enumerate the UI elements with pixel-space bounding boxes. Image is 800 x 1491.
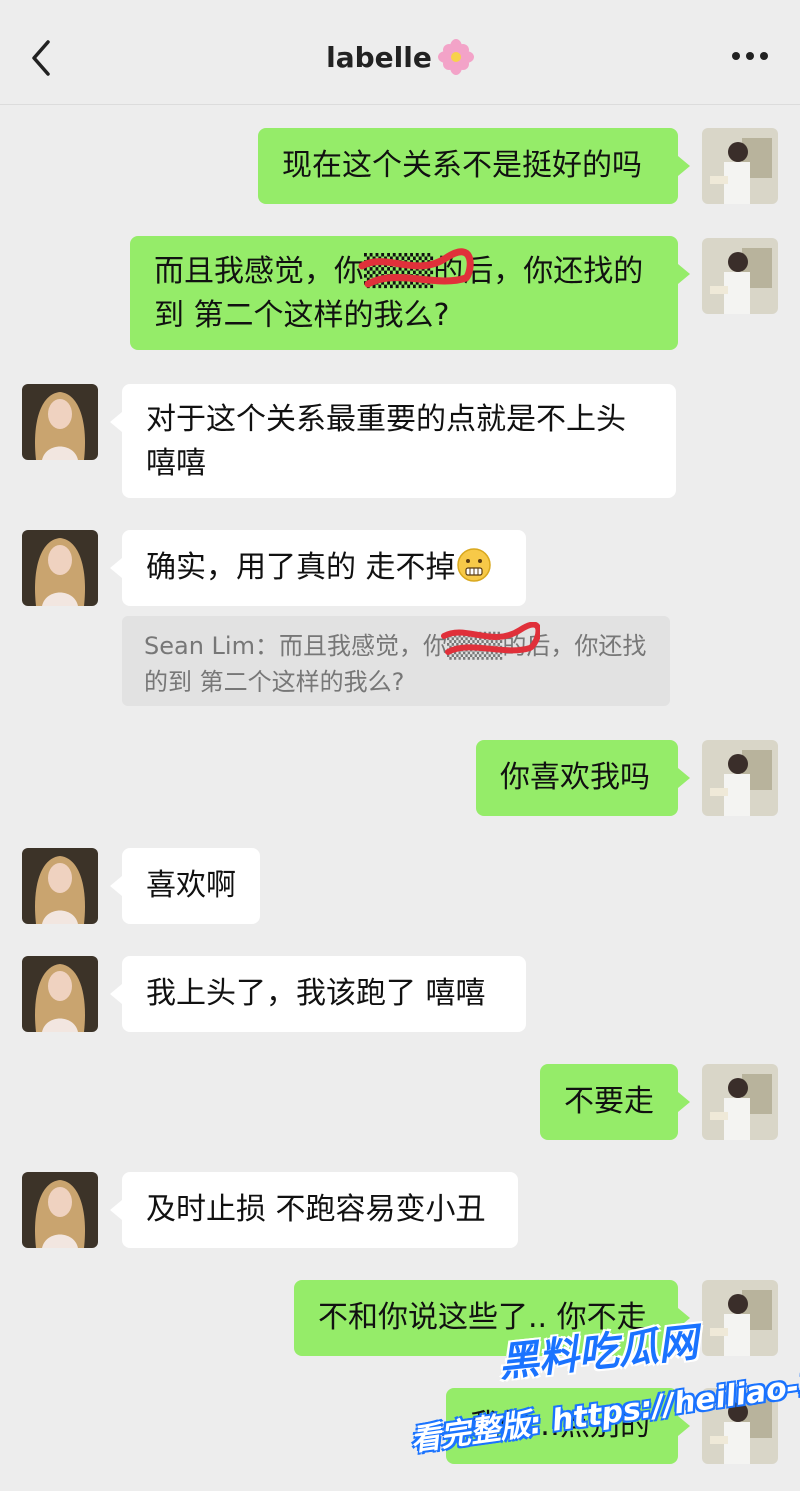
message-text: 不要走 <box>564 1084 654 1119</box>
my-avatar[interactable] <box>702 128 778 204</box>
more-dots-icon[interactable] <box>726 44 774 68</box>
contact-avatar[interactable] <box>22 1172 98 1248</box>
contact-avatar[interactable] <box>22 530 98 606</box>
contact-avatar[interactable] <box>22 848 98 924</box>
message-text: 你喜欢我吗 <box>500 760 650 795</box>
redaction-scribble <box>358 248 474 288</box>
redaction-scribble <box>441 622 540 655</box>
quoted-message[interactable]: Sean Lim：而且我感觉，你▒▒▒的后，你还找的到 第二个这样的我么? <box>122 616 670 706</box>
my-avatar[interactable] <box>702 1064 778 1140</box>
message-text: 喜欢啊 <box>146 868 236 903</box>
message-bubble-received[interactable]: 及时止损 不跑容易变小丑 <box>110 1172 518 1248</box>
contact-avatar[interactable] <box>22 384 98 460</box>
message-bubble-received[interactable]: 喜欢啊 <box>110 848 260 924</box>
my-avatar[interactable] <box>702 1280 778 1356</box>
message-text: 对于这个关系最重要的点就是不上头嘻嘻 <box>146 402 626 481</box>
message-bubble-received[interactable]: 确实，用了真的 走不掉 <box>110 530 526 606</box>
message-text: 我上头了，我该跑了 嘻嘻 <box>146 976 486 1011</box>
message-bubble-sent[interactable]: 现在这个关系不是挺好的吗 <box>258 128 690 204</box>
my-avatar[interactable] <box>702 238 778 314</box>
message-bubble-sent[interactable]: 你喜欢我吗 <box>476 740 690 816</box>
message-text: 现在这个关系不是挺好的吗 <box>282 148 642 183</box>
my-avatar[interactable] <box>702 740 778 816</box>
contact-name: labelle <box>326 41 432 74</box>
chat-header: labelle <box>0 0 800 105</box>
contact-avatar[interactable] <box>22 956 98 1032</box>
message-bubble-sent[interactable]: 不要走 <box>540 1064 690 1140</box>
grimace-emoji-icon <box>456 548 491 582</box>
chat-title: labelle <box>0 36 800 80</box>
message-bubble-received[interactable]: 我上头了，我该跑了 嘻嘻 <box>110 956 526 1032</box>
message-text: 及时止损 不跑容易变小丑 <box>146 1192 486 1227</box>
message-text: 确实，用了真的 走不掉 <box>146 550 456 585</box>
quoted-text: Sean Lim：而且我感觉，你▒▒▒的后，你还找的到 第二个这样的我么? <box>144 632 647 696</box>
flower-icon <box>437 39 474 75</box>
message-bubble-received[interactable]: 对于这个关系最重要的点就是不上头嘻嘻 <box>110 384 676 498</box>
